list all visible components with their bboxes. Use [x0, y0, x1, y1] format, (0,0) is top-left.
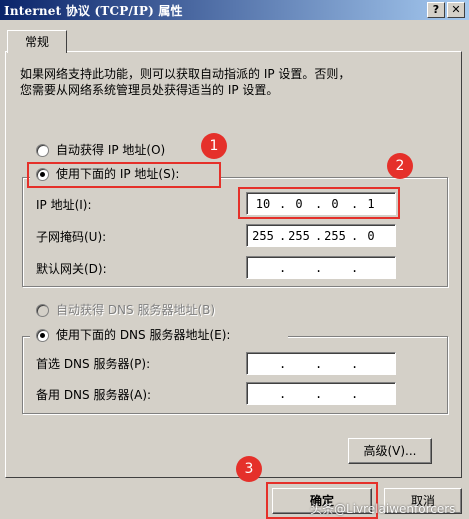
- gateway-label: 默认网关(D):: [36, 262, 107, 276]
- mask-octet-1: 255: [252, 228, 274, 243]
- title-bar: Internet 协议 (TCP/IP) 属性 ? ✕: [0, 0, 469, 20]
- auto-ip-label[interactable]: 自动获得 IP 地址(O): [56, 141, 165, 158]
- preferred-dns-label: 首选 DNS 服务器(P):: [36, 357, 151, 371]
- alternate-dns-field[interactable]: ...: [246, 382, 396, 405]
- advanced-button[interactable]: 高级(V)...: [348, 438, 432, 464]
- auto-dns-label[interactable]: 自动获得 DNS 服务器地址(B): [56, 301, 215, 318]
- annotation-badge-1: 1: [201, 133, 227, 159]
- mask-octet-2: 255: [288, 228, 310, 243]
- tab-general[interactable]: 常规: [7, 30, 67, 53]
- auto-dns-radio[interactable]: [36, 304, 49, 317]
- watermark: 头条@Livrelaiwenforcers: [310, 502, 456, 516]
- mask-octet-3: 255: [324, 228, 346, 243]
- alternate-dns-label: 备用 DNS 服务器(A):: [36, 388, 152, 402]
- manual-dns-label[interactable]: 使用下面的 DNS 服务器地址(E):: [56, 326, 230, 343]
- tab-general-label: 常规: [24, 35, 49, 49]
- annotation-badge-3: 3: [236, 456, 262, 482]
- preferred-dns-field[interactable]: ...: [246, 352, 396, 375]
- auto-ip-radio[interactable]: [36, 144, 49, 157]
- mask-octet-4: 0: [367, 228, 375, 243]
- window-title: Internet 协议 (TCP/IP) 属性: [4, 4, 183, 18]
- ip-address-label: IP 地址(I):: [36, 198, 92, 212]
- description-text: 如果网络支持此功能，则可以获取自动指派的 IP 设置。否则， 您需要从网络系统管…: [20, 67, 351, 97]
- manual-ip-highlight: [27, 162, 221, 188]
- subnet-mask-label: 子网掩码(U):: [36, 230, 107, 244]
- help-button[interactable]: ?: [427, 2, 445, 18]
- ip-address-highlight: [238, 187, 400, 219]
- close-icon: ✕: [451, 3, 461, 16]
- annotation-badge-2: 2: [387, 153, 413, 179]
- subnet-mask-field[interactable]: 255. 255. 255. 0: [246, 224, 396, 247]
- manual-dns-radio[interactable]: [36, 329, 49, 342]
- close-button[interactable]: ✕: [447, 2, 465, 18]
- help-icon: ?: [432, 3, 440, 16]
- gateway-field[interactable]: ...: [246, 256, 396, 279]
